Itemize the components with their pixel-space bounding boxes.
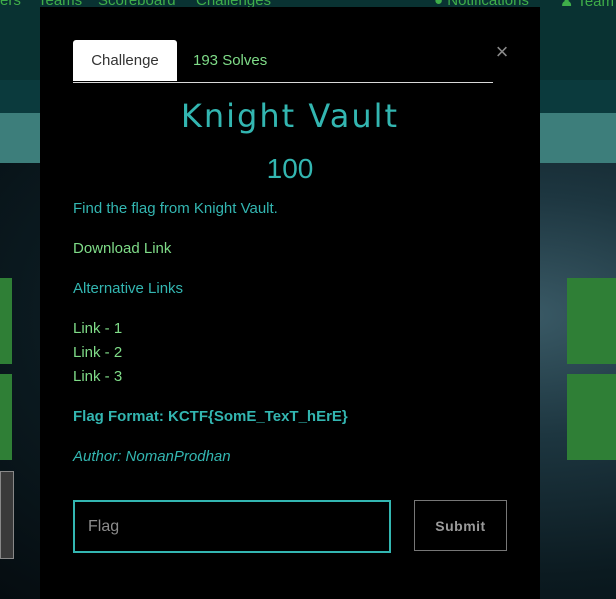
challenge-card[interactable] bbox=[567, 278, 616, 364]
nav-link-team[interactable]: ♟ Team bbox=[560, 0, 614, 10]
link-3[interactable]: Link - 3 bbox=[73, 368, 122, 385]
flag-format: Flag Format: KCTF{SomE_TexT_hErE} bbox=[73, 408, 348, 425]
modal-tabs: Challenge 193 Solves bbox=[73, 40, 493, 83]
alternative-links-heading[interactable]: Alternative Links bbox=[73, 280, 183, 297]
flag-input[interactable] bbox=[73, 500, 391, 553]
challenge-modal: × Challenge 193 Solves Knight Vault 100 … bbox=[40, 7, 540, 599]
challenge-title: Knight Vault bbox=[180, 97, 400, 135]
users-icon: ♟ bbox=[560, 0, 578, 10]
challenge-card[interactable] bbox=[0, 278, 12, 364]
challenge-card[interactable] bbox=[0, 471, 14, 559]
submit-button[interactable]: Submit bbox=[414, 500, 507, 551]
nav-link-users[interactable]: ers bbox=[0, 0, 21, 9]
download-link[interactable]: Download Link bbox=[73, 240, 171, 257]
close-icon[interactable]: × bbox=[492, 41, 512, 63]
link-1[interactable]: Link - 1 bbox=[73, 320, 122, 337]
tab-challenge[interactable]: Challenge bbox=[73, 40, 177, 81]
challenge-card[interactable] bbox=[567, 374, 616, 460]
tab-solves[interactable]: 193 Solves bbox=[193, 40, 267, 81]
challenge-value: 100 bbox=[266, 153, 314, 184]
challenge-description: Find the flag from Knight Vault. bbox=[73, 200, 278, 217]
author-text: Author: NomanProdhan bbox=[73, 448, 231, 465]
challenge-card[interactable] bbox=[0, 374, 12, 460]
link-2[interactable]: Link - 2 bbox=[73, 344, 122, 361]
